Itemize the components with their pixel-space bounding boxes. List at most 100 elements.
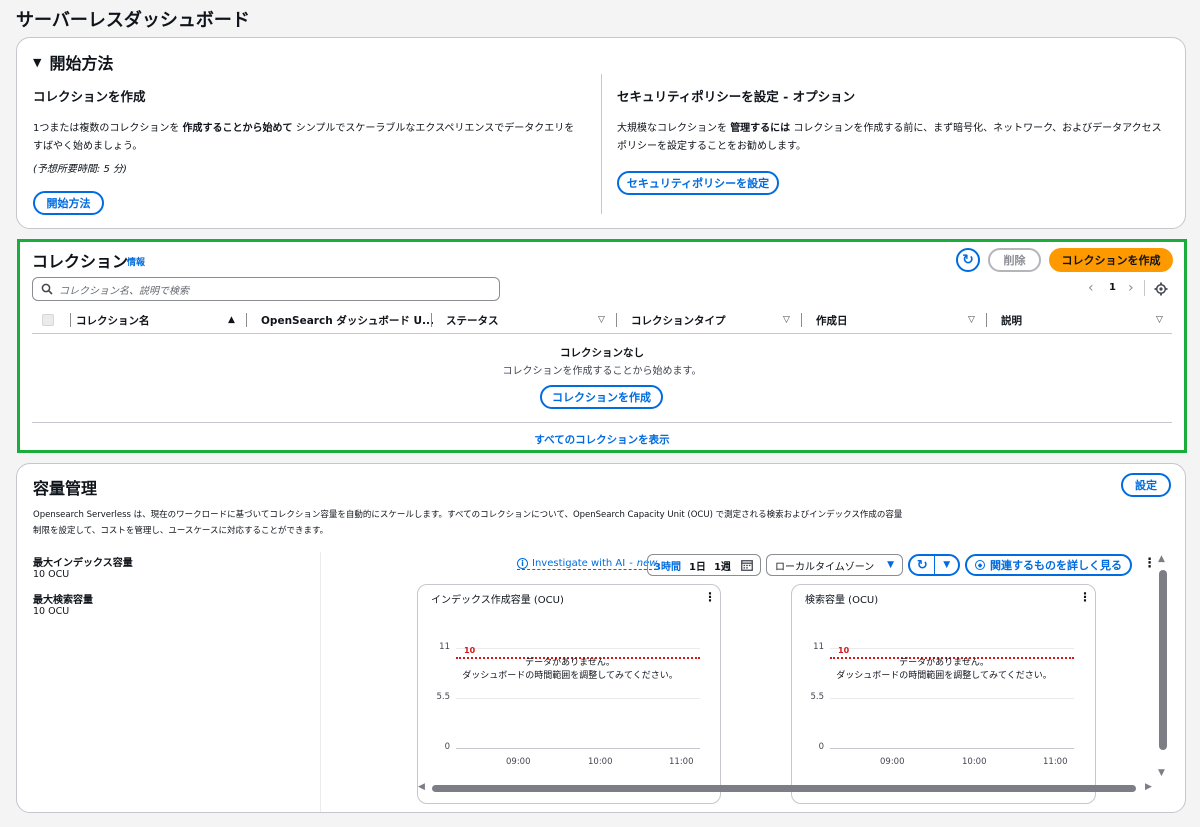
- gridline: [456, 748, 700, 749]
- refresh-dropdown-icon[interactable]: ▼: [935, 560, 958, 570]
- view-all-collections-link[interactable]: すべてのコレクションを表示: [32, 432, 1172, 447]
- no-data-line1: データがありません。: [525, 658, 615, 668]
- column-header-description[interactable]: 説明: [1001, 306, 1022, 334]
- x-tick: 09:00: [880, 757, 905, 767]
- max-search-value: 10 OCU: [33, 606, 70, 617]
- y-tick: 0: [818, 742, 824, 752]
- no-data-line2: ダッシュボードの時間範囲を調整してみてください。: [462, 671, 678, 681]
- investigate-ai-separator: -: [629, 558, 633, 569]
- empty-create-collection-button[interactable]: コレクションを作成: [540, 385, 663, 409]
- page-number[interactable]: 1: [1109, 282, 1116, 293]
- get-started-header: 開始方法: [49, 54, 114, 73]
- table-footer-divider: [32, 422, 1172, 423]
- max-index-label: 最大インデックス容量: [33, 558, 133, 569]
- column-header-name[interactable]: コレクション名: [76, 306, 150, 334]
- x-tick: 11:00: [669, 757, 694, 767]
- create-desc-post: シンプルでスケーラブルなエクスペリエンスでデータクエリを: [292, 123, 575, 134]
- scroll-left-icon[interactable]: ◀: [418, 782, 425, 792]
- capacity-description-line2: 制限を設定して、コストを管理し、ユースケースに対応することができます。: [33, 526, 329, 536]
- no-data-message: データがありません。 ダッシュボードの時間範囲を調整してみてください。: [438, 657, 702, 683]
- scroll-down-icon[interactable]: ▼: [1158, 768, 1165, 778]
- y-tick: 11: [813, 642, 824, 652]
- index-capacity-widget: インデックス作成容量 (OCU) ⋮ 11 5.5 0 10 データがありません…: [417, 584, 721, 804]
- gridline: [830, 648, 1074, 649]
- create-desc-pre: 1つまたは複数のコレクションを: [33, 123, 183, 134]
- header-separator: [616, 313, 617, 327]
- timezone-value: ローカルタイムゾーン: [775, 561, 875, 573]
- explore-related-label: 関連するものを詳しく見る: [990, 559, 1122, 572]
- column-header-status[interactable]: ステータス: [446, 306, 499, 334]
- collections-info-link[interactable]: 情報: [127, 255, 145, 268]
- get-started-toggle[interactable]: ▼ 開始方法: [33, 50, 113, 74]
- dashboard-refresh-icon[interactable]: ↻: [910, 559, 934, 572]
- security-policy-title: セキュリティポリシーを設定 - オプション: [617, 89, 856, 104]
- select-all-checkbox[interactable]: [42, 314, 54, 326]
- sort-ascending-icon[interactable]: ▲: [228, 315, 235, 325]
- gridline: [456, 648, 700, 649]
- explore-related-button[interactable]: ◆ 関連するものを詳しく見る: [965, 554, 1132, 576]
- time-range-1d[interactable]: 1日: [689, 558, 706, 573]
- sort-icon[interactable]: ▽: [968, 315, 975, 325]
- dropdown-caret-icon: ▼: [887, 560, 894, 570]
- capacity-description: Opensearch Serverless は、現在のワークロードに基づいてコレ…: [33, 507, 933, 539]
- capacity-settings-button[interactable]: 設定: [1121, 473, 1171, 497]
- time-range-1w[interactable]: 1週: [714, 558, 731, 573]
- y-tick: 5.5: [436, 692, 450, 702]
- sort-icon[interactable]: ▽: [598, 315, 605, 325]
- threshold-label: 10: [838, 646, 850, 656]
- search-input[interactable]: コレクション名、説明で検索: [59, 282, 189, 297]
- vertical-scrollbar-thumb[interactable]: [1159, 570, 1167, 750]
- column-header-dashboard-url[interactable]: OpenSearch ダッシュボード U...: [261, 306, 434, 334]
- get-started-panel: ▼ 開始方法 コレクションを作成 1つまたは複数のコレクションを 作成することか…: [16, 37, 1186, 229]
- investigate-ai-link[interactable]: i Investigate with AI - new: [517, 558, 658, 570]
- security-desc-post: コレクションを作成する前に、まず暗号化、ネットワーク、およびデータアクセス: [790, 123, 1162, 134]
- threshold-label: 10: [464, 646, 476, 656]
- capacity-vertical-divider: [320, 552, 321, 812]
- create-collection-title: コレクションを作成: [33, 89, 146, 104]
- time-range-3h[interactable]: 3時間: [654, 558, 681, 573]
- header-separator: [70, 313, 71, 327]
- create-collection-button[interactable]: コレクションを作成: [1049, 248, 1173, 272]
- security-desc-line2: ポリシーを設定することをお勧めします。: [617, 141, 806, 152]
- sort-icon[interactable]: ▽: [1156, 315, 1163, 325]
- caret-down-icon: ▼: [33, 55, 42, 69]
- scroll-up-icon[interactable]: ▲: [1158, 554, 1165, 564]
- max-index-value: 10 OCU: [33, 569, 70, 580]
- x-tick: 10:00: [588, 757, 613, 767]
- empty-state-title: コレクションなし: [560, 347, 644, 359]
- horizontal-scrollbar-thumb[interactable]: [432, 785, 1136, 792]
- gear-icon[interactable]: [1154, 282, 1168, 296]
- get-started-button[interactable]: 開始方法: [33, 191, 104, 215]
- capacity-description-line1: Opensearch Serverless は、現在のワークロードに基づいてコレ…: [33, 510, 903, 520]
- calendar-icon[interactable]: [741, 559, 753, 571]
- next-page-icon[interactable]: ›: [1128, 280, 1134, 296]
- collections-title: コレクション: [32, 252, 129, 271]
- column-header-created-date[interactable]: 作成日: [816, 306, 848, 334]
- timezone-select[interactable]: ローカルタイムゾーン ▼: [766, 554, 903, 576]
- x-tick: 09:00: [506, 757, 531, 767]
- sort-icon[interactable]: ▽: [783, 315, 790, 325]
- compass-icon: ◆: [975, 560, 985, 570]
- page-title: サーバーレスダッシュボード: [16, 10, 250, 31]
- y-tick: 5.5: [810, 692, 824, 702]
- header-separator: [431, 313, 432, 327]
- create-desc-bold: 作成することから始めて: [182, 123, 293, 134]
- no-data-line1: データがありません。: [899, 658, 989, 668]
- security-desc-pre: 大規模なコレクションを: [617, 123, 731, 134]
- search-box[interactable]: コレクション名、説明で検索: [32, 277, 500, 301]
- no-data-message: データがありません。 ダッシュボードの時間範囲を調整してみてください。: [812, 657, 1076, 683]
- refresh-button[interactable]: ↻: [956, 248, 980, 272]
- scroll-right-icon[interactable]: ▶: [1145, 782, 1152, 792]
- refresh-split-button: ↻ ▼: [908, 554, 960, 576]
- max-search-label: 最大検索容量: [33, 595, 93, 606]
- investigate-ai-text: Investigate with AI: [532, 558, 626, 569]
- create-desc-line2: すばやく始めましょう。: [33, 141, 143, 152]
- column-header-collection-type[interactable]: コレクションタイプ: [631, 306, 726, 334]
- info-icon: i: [517, 558, 528, 569]
- set-security-policy-button[interactable]: セキュリティポリシーを設定: [617, 171, 779, 195]
- delete-button[interactable]: 削除: [988, 248, 1041, 272]
- x-tick: 11:00: [1043, 757, 1068, 767]
- refresh-icon: ↻: [962, 252, 974, 268]
- prev-page-icon[interactable]: ‹: [1088, 280, 1094, 296]
- more-options-icon[interactable]: ⋮: [1143, 556, 1156, 571]
